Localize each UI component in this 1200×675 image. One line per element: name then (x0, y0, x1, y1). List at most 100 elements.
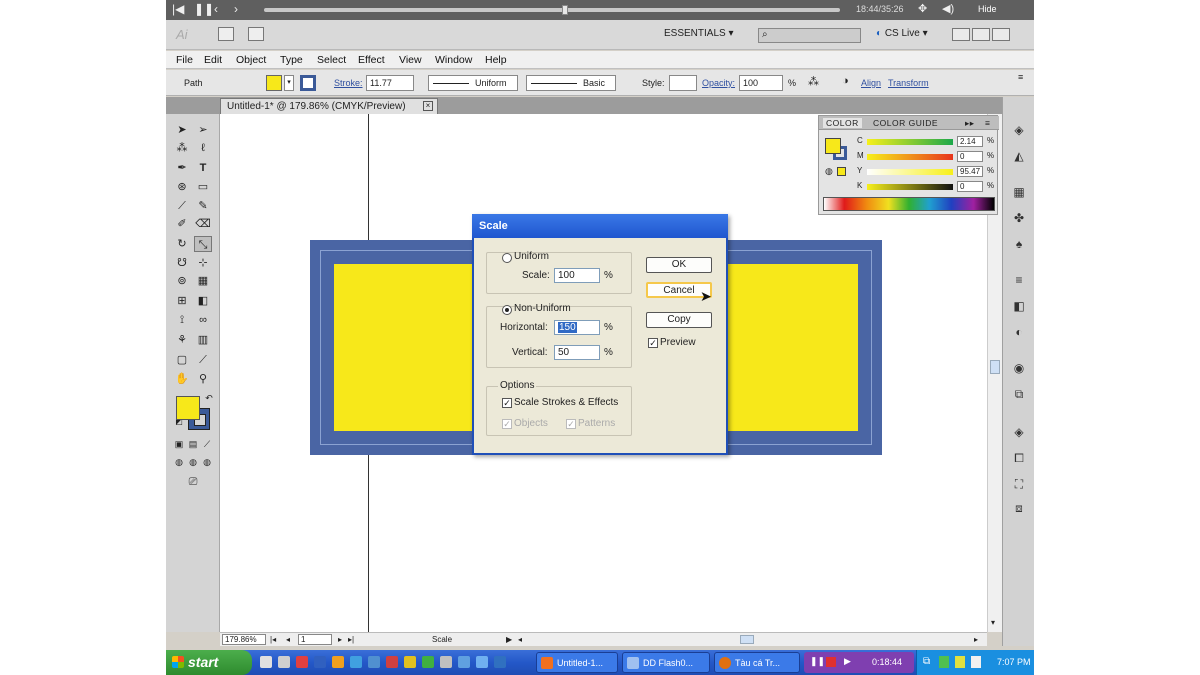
mesh-tool-icon[interactable]: ⊞ (173, 293, 191, 309)
channel-y-value[interactable]: 95.47 (957, 166, 983, 177)
channel-c-slider[interactable] (867, 139, 953, 145)
document-close-icon[interactable]: × (423, 101, 433, 111)
stroke-panel-icon[interactable]: ≡ (1011, 273, 1027, 287)
align-link[interactable]: Align (861, 78, 881, 88)
cs-live-menu[interactable]: ◐ CS Live ▾ (876, 28, 928, 39)
menu-effect[interactable]: Effect (358, 54, 385, 66)
menu-select[interactable]: Select (317, 54, 346, 66)
document-tab[interactable]: Untitled-1* @ 179.86% (CMYK/Preview) × (220, 98, 438, 114)
scale-strokes-checkbox[interactable]: ✓ (502, 398, 512, 408)
quicklaunch-icon-1[interactable] (260, 656, 272, 668)
quicklaunch-icon-9[interactable] (404, 656, 416, 668)
free-transform-tool-icon[interactable]: ⊹ (194, 255, 212, 271)
type-tool-icon[interactable]: T (194, 160, 212, 176)
opacity-link[interactable]: Opacity: (702, 78, 735, 88)
perspective-grid-tool-icon[interactable]: ▦ (194, 273, 212, 289)
restore-button[interactable] (972, 28, 990, 41)
screen-mode-icon[interactable]: ⎚ (184, 474, 202, 490)
ie-icon[interactable] (350, 656, 362, 668)
quicklaunch-icon-8[interactable] (386, 656, 398, 668)
menu-type[interactable]: Type (280, 54, 303, 66)
channel-y-slider[interactable] (867, 169, 953, 175)
zoom-tool-icon[interactable]: ⚲ (194, 371, 212, 387)
opacity-field[interactable]: 100 (739, 75, 783, 91)
vertical-scroll-thumb[interactable] (990, 360, 1000, 374)
color-panel-icon[interactable]: ◈ (1011, 123, 1027, 137)
line-tool-icon[interactable]: ⊛ (173, 179, 191, 195)
color-guide-icon[interactable]: ◭ (1011, 149, 1027, 163)
rotate-tool-icon[interactable]: ↻ (173, 236, 191, 252)
horizontal-scroll-thumb[interactable] (740, 635, 754, 644)
selection-tool-icon[interactable]: ➤ (173, 122, 191, 138)
shape-builder-tool-icon[interactable]: ⊚ (173, 273, 191, 289)
control-menu-icon[interactable]: ≡ (1018, 72, 1023, 82)
quicklaunch-icon-10[interactable] (422, 656, 434, 668)
search-input[interactable]: ⌕ (758, 28, 861, 43)
workspace-switcher[interactable]: ESSENTIALS ▾ (664, 28, 734, 39)
prev-page-icon[interactable]: ◂ (286, 635, 290, 644)
media-stop-icon[interactable] (826, 657, 836, 667)
warp-tool-icon[interactable]: ☋ (173, 255, 191, 271)
page-field[interactable]: 1 (298, 634, 332, 645)
quicklaunch-icon-12[interactable] (458, 656, 470, 668)
channel-c-value[interactable]: 2.14 (957, 136, 983, 147)
ok-button[interactable]: OK (646, 257, 712, 273)
panel-last-color[interactable] (837, 167, 846, 176)
rectangle-tool-icon[interactable]: ▭ (194, 179, 212, 195)
fill-color-swatch[interactable] (266, 75, 282, 91)
swap-fill-stroke-icon[interactable]: ↶ (200, 390, 218, 406)
quicklaunch-icon-7[interactable] (368, 656, 380, 668)
tab-color[interactable]: COLOR (823, 118, 862, 128)
zoom-level-field[interactable]: 179.86% (222, 634, 266, 645)
quicklaunch-icon-2[interactable] (278, 656, 290, 668)
menu-object[interactable]: Object (236, 54, 266, 66)
menu-view[interactable]: View (399, 54, 422, 66)
skip-back-icon[interactable]: |◀ (172, 2, 184, 16)
gradient-panel-icon[interactable]: ◧ (1011, 299, 1027, 313)
magic-wand-tool-icon[interactable]: ⁂ (173, 140, 191, 156)
variable-width-profile[interactable]: Uniform (428, 75, 518, 91)
uniform-radio[interactable] (502, 253, 512, 263)
channel-k-value[interactable]: 0 (957, 181, 983, 192)
tab-color-guide[interactable]: COLOR GUIDE (873, 118, 938, 128)
prev-icon[interactable]: ‹ (214, 2, 218, 16)
last-page-icon[interactable]: ▸| (348, 635, 354, 644)
minimize-button[interactable] (952, 28, 970, 41)
chrome-icon[interactable] (332, 656, 344, 668)
menu-edit[interactable]: Edit (204, 54, 222, 66)
volume-icon[interactable]: ◀) (942, 2, 954, 15)
column-graph-tool-icon[interactable]: ▥ (194, 332, 212, 348)
horizontal-input[interactable]: 150 (554, 320, 600, 335)
channel-m-slider[interactable] (867, 154, 953, 160)
gradient-tool-icon[interactable]: ◧ (194, 293, 212, 309)
stroke-color-swatch[interactable] (300, 75, 316, 91)
swatches-icon[interactable]: ▦ (1011, 185, 1027, 199)
none-mode-icon[interactable]: ⟋ (198, 436, 216, 452)
menu-help[interactable]: Help (485, 54, 507, 66)
quicklaunch-icon-3[interactable] (296, 656, 308, 668)
graphic-styles-icon[interactable]: ⧉ (1011, 387, 1027, 401)
blend-tool-icon[interactable]: ∞ (194, 312, 212, 328)
brush-definition[interactable]: Basic (526, 75, 616, 91)
media-play-icon[interactable]: ▶ (844, 656, 851, 667)
symbol-sprayer-tool-icon[interactable]: ⚘ (173, 332, 191, 348)
quicklaunch-icon-13[interactable] (476, 656, 488, 668)
close-button[interactable] (992, 28, 1010, 41)
direct-selection-tool-icon[interactable]: ➢ (194, 122, 212, 138)
bridge-icon[interactable] (218, 27, 234, 41)
quicklaunch-icon-14[interactable] (494, 656, 506, 668)
menu-file[interactable]: File (176, 54, 193, 66)
paintbrush-tool-icon[interactable]: ⟋ (173, 198, 191, 214)
channel-k-slider[interactable] (867, 184, 953, 190)
panel-fill-swatch[interactable] (825, 138, 841, 154)
transform-link[interactable]: Transform (888, 78, 929, 88)
menu-window[interactable]: Window (435, 54, 472, 66)
hand-tool-icon[interactable]: ✋ (173, 371, 191, 387)
patterns-checkbox[interactable]: ✓ (566, 419, 576, 429)
quicklaunch-icon-11[interactable] (440, 656, 452, 668)
scroll-right-icon[interactable]: ▸ (974, 635, 978, 644)
scroll-down-icon[interactable]: ▾ (991, 618, 995, 627)
pen-tool-icon[interactable]: ✒ (173, 160, 191, 176)
panel-menu-icon[interactable]: ≡ (985, 118, 990, 128)
task-firefox[interactable]: Tàu cá Tr... (714, 652, 800, 673)
